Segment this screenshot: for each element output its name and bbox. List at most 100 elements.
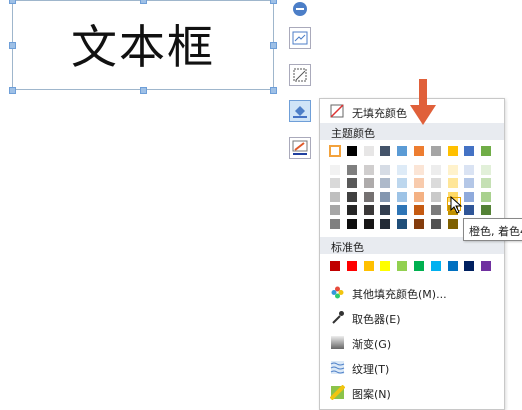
outline-button[interactable]	[289, 137, 311, 159]
resize-handle-bottom-middle[interactable]	[140, 87, 147, 94]
theme-shade-swatch[interactable]	[464, 191, 475, 202]
standard-color-swatch[interactable]	[447, 261, 458, 271]
more-fill-colors-item[interactable]: 其他填充颜色(M)...	[320, 282, 504, 304]
theme-shade-swatch[interactable]	[380, 165, 391, 175]
theme-color-swatch[interactable]	[447, 146, 458, 156]
resize-handle-middle-left[interactable]	[9, 42, 16, 49]
mouse-cursor-icon	[450, 196, 463, 214]
theme-shade-swatch[interactable]	[363, 191, 374, 202]
theme-shade-swatch[interactable]	[464, 178, 475, 189]
theme-color-swatch[interactable]	[380, 146, 391, 156]
theme-shade-swatch[interactable]	[363, 218, 374, 229]
theme-shade-swatch[interactable]	[481, 178, 492, 189]
theme-shade-swatch[interactable]	[397, 191, 408, 202]
theme-color-swatch[interactable]	[414, 146, 424, 156]
gradient-icon	[331, 336, 344, 349]
theme-shade-swatch[interactable]	[414, 191, 424, 202]
standard-color-swatch[interactable]	[346, 261, 357, 271]
gradient-label: 渐变(G)	[352, 338, 392, 351]
no-fill-icon	[330, 104, 344, 118]
theme-color-swatch[interactable]	[346, 146, 357, 156]
theme-shade-swatch[interactable]	[363, 205, 374, 216]
theme-shade-swatch[interactable]	[481, 165, 492, 175]
standard-color-swatch[interactable]	[380, 261, 391, 271]
theme-shade-swatch[interactable]	[363, 165, 374, 175]
theme-shade-swatch[interactable]	[430, 178, 441, 189]
theme-color-swatch[interactable]	[430, 146, 441, 156]
theme-shade-swatch[interactable]	[363, 178, 374, 189]
theme-shade-swatch[interactable]	[430, 191, 441, 202]
crop-button[interactable]	[289, 64, 311, 86]
eyedropper-label: 取色器(E)	[352, 313, 401, 326]
theme-shade-swatch[interactable]	[330, 165, 340, 175]
theme-shade-swatch[interactable]	[397, 178, 408, 189]
standard-color-swatch[interactable]	[414, 261, 424, 271]
eyedropper-item[interactable]: 取色器(E)	[320, 307, 504, 329]
theme-shade-swatch[interactable]	[380, 205, 391, 216]
fill-button[interactable]	[289, 100, 311, 122]
eyedropper-icon	[332, 311, 344, 324]
theme-shade-swatch[interactable]	[481, 205, 492, 216]
theme-shade-swatch[interactable]	[397, 165, 408, 175]
theme-color-swatch[interactable]	[363, 146, 374, 156]
theme-shade-swatch[interactable]	[447, 178, 458, 189]
collapse-icon[interactable]	[293, 2, 307, 16]
theme-shade-swatch[interactable]	[330, 191, 340, 202]
theme-color-swatch[interactable]	[464, 146, 475, 156]
resize-handle-bottom-left[interactable]	[9, 87, 16, 94]
standard-color-swatch[interactable]	[363, 261, 374, 271]
pattern-icon	[330, 385, 345, 400]
theme-shade-swatch[interactable]	[414, 218, 424, 229]
texture-item[interactable]: 纹理(T)	[320, 357, 504, 379]
theme-shade-swatch[interactable]	[464, 165, 475, 175]
layout-icon	[292, 31, 308, 45]
resize-handle-middle-right[interactable]	[270, 42, 277, 49]
theme-shade-swatch[interactable]	[397, 205, 408, 216]
theme-shade-swatch[interactable]	[346, 165, 357, 175]
pattern-item[interactable]: 图案(N)	[320, 382, 504, 404]
layout-options-button[interactable]	[289, 27, 311, 49]
theme-shade-swatch[interactable]	[430, 205, 441, 216]
theme-shade-swatch[interactable]	[414, 205, 424, 216]
standard-color-swatch[interactable]	[330, 261, 340, 271]
theme-color-swatch[interactable]	[481, 146, 492, 156]
theme-shade-swatch[interactable]	[414, 178, 424, 189]
resize-handle-top-left[interactable]	[9, 0, 16, 4]
theme-shade-swatch[interactable]	[447, 218, 458, 229]
theme-shade-swatch[interactable]	[397, 218, 408, 229]
text-box-content[interactable]: 文本框	[13, 11, 273, 77]
standard-color-swatch[interactable]	[430, 261, 441, 271]
theme-shade-swatch[interactable]	[430, 165, 441, 175]
theme-shade-swatch[interactable]	[380, 191, 391, 202]
theme-shade-swatch[interactable]	[330, 218, 340, 229]
gradient-item[interactable]: 渐变(G)	[320, 332, 504, 354]
texture-label: 纹理(T)	[352, 363, 390, 376]
theme-shade-swatch[interactable]	[447, 165, 458, 175]
resize-handle-top-middle[interactable]	[140, 0, 147, 4]
text-box[interactable]: 文本框	[12, 0, 274, 90]
theme-shade-swatch[interactable]	[330, 178, 340, 189]
theme-shade-swatch[interactable]	[346, 205, 357, 216]
fill-color-menu: 无填充颜色 主题颜色 标准色 其他填充颜色(M)... 取色器(E) 渐变(G)…	[319, 98, 505, 410]
theme-shade-swatch[interactable]	[346, 178, 357, 189]
theme-shade-swatch[interactable]	[464, 205, 475, 216]
theme-color-swatch[interactable]	[329, 145, 341, 157]
theme-shade-swatch[interactable]	[346, 218, 357, 229]
standard-color-swatch[interactable]	[464, 261, 475, 271]
theme-shade-swatch[interactable]	[414, 165, 424, 175]
theme-shade-swatch[interactable]	[380, 218, 391, 229]
more-fill-colors-label: 其他填充颜色(M)...	[352, 288, 447, 301]
resize-handle-top-right[interactable]	[270, 0, 277, 4]
outline-pen-icon	[292, 140, 308, 155]
standard-color-swatch[interactable]	[397, 261, 408, 271]
resize-handle-bottom-right[interactable]	[270, 87, 277, 94]
theme-shade-swatch[interactable]	[430, 218, 441, 229]
standard-color-swatch[interactable]	[481, 261, 492, 271]
texture-icon	[330, 361, 345, 374]
theme-shade-swatch[interactable]	[380, 178, 391, 189]
theme-shade-swatch[interactable]	[481, 191, 492, 202]
theme-color-swatch[interactable]	[397, 146, 408, 156]
pattern-label: 图案(N)	[352, 388, 391, 401]
theme-shade-swatch[interactable]	[346, 191, 357, 202]
theme-shade-swatch[interactable]	[330, 205, 340, 216]
